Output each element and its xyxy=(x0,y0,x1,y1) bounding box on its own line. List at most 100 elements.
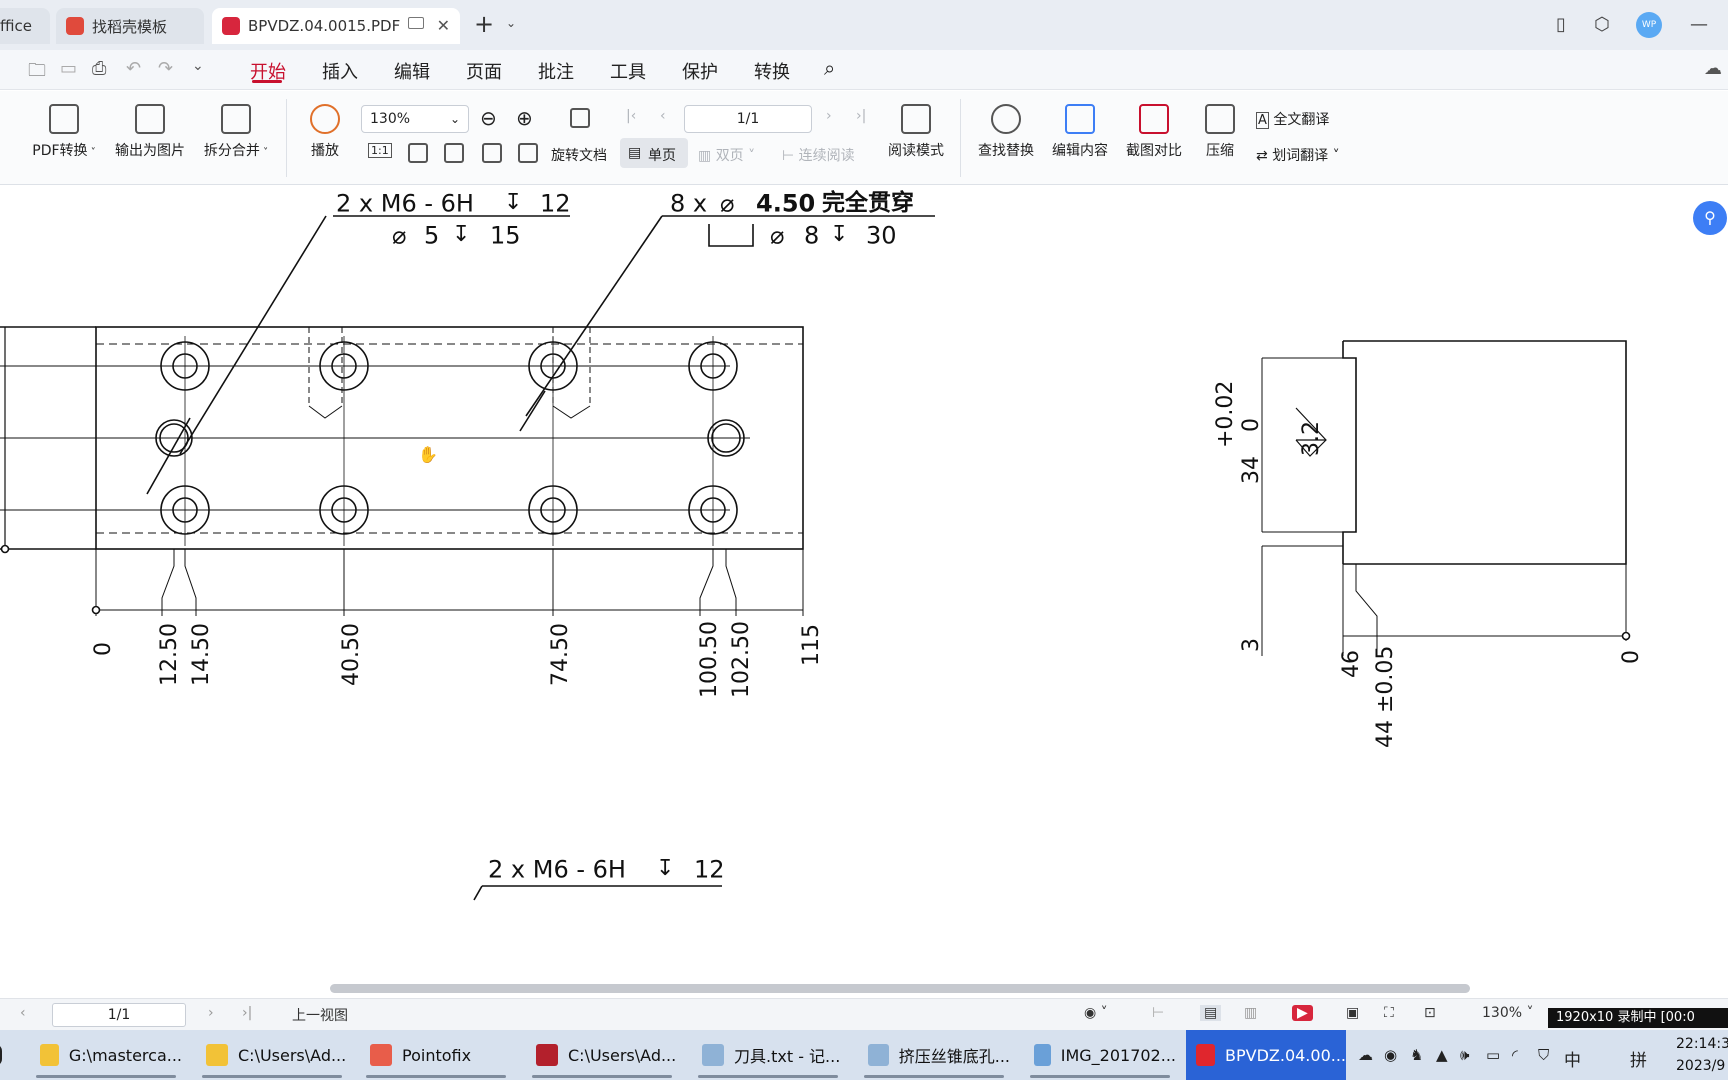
menu-edit[interactable]: 编辑 xyxy=(394,58,430,84)
menu-insert[interactable]: 插入 xyxy=(322,58,358,84)
split-merge-button[interactable]: 拆分合并 ˅ xyxy=(198,104,274,160)
actual-size-icon[interactable]: ▣ xyxy=(1346,1005,1359,1021)
close-tab-icon[interactable]: ✕ xyxy=(437,16,450,35)
cloud-icon[interactable]: ☁ xyxy=(1704,58,1722,79)
taskbar-item[interactable]: 挤压丝锥底孔... xyxy=(858,1030,1010,1080)
taskbar-item[interactable]: C:\Users\Ad... xyxy=(526,1030,678,1080)
compress-button[interactable]: 压缩 xyxy=(1198,104,1242,160)
callout-depth: 12 xyxy=(694,856,725,884)
menu-annotate[interactable]: 批注 xyxy=(538,58,574,84)
prev-page-icon[interactable]: ‹ xyxy=(20,1005,26,1021)
undo-icon[interactable]: ↶ xyxy=(126,58,141,79)
save-icon[interactable]: ▭ xyxy=(60,58,77,79)
rotate-left-icon[interactable] xyxy=(482,143,502,163)
tab-office[interactable]: ffice xyxy=(0,8,50,44)
photo-icon xyxy=(1034,1044,1051,1066)
monitor-icon[interactable] xyxy=(408,17,424,29)
security-icon[interactable]: ⛉ xyxy=(1538,1046,1549,1064)
ime-indicator[interactable]: 中 xyxy=(1564,1046,1581,1071)
pointofix-icon xyxy=(370,1044,392,1066)
avatar[interactable]: WP xyxy=(1636,12,1662,38)
chevron-down-icon[interactable]: ⌄ xyxy=(506,16,516,30)
zoom-in-icon[interactable]: ⊕ xyxy=(516,106,533,130)
app-tray-icon[interactable]: ▲ xyxy=(1436,1046,1448,1064)
first-page-icon[interactable]: |‹ xyxy=(626,108,636,124)
print-icon[interactable]: ⎙ xyxy=(92,58,106,79)
search-icon[interactable]: ⌕ xyxy=(824,56,835,80)
last-page-icon[interactable]: ›| xyxy=(242,1005,252,1021)
cube-icon[interactable]: ⬡ xyxy=(1594,14,1610,35)
rotate-document-button[interactable]: 旋转文档 xyxy=(551,145,607,165)
taskbar-item-active[interactable]: BPVDZ.04.00... xyxy=(1186,1030,1346,1080)
chevron-down-icon[interactable]: ⌄ xyxy=(192,58,204,74)
minimize-button[interactable]: — xyxy=(1690,14,1708,35)
rotate-pages-icon[interactable] xyxy=(570,108,590,128)
open-folder-icon[interactable]: 🗀 xyxy=(28,58,46,88)
prev-page-icon[interactable]: ‹ xyxy=(660,108,666,124)
book-icon xyxy=(901,104,931,134)
keyboard-layout[interactable]: 拼 xyxy=(1630,1046,1647,1071)
zoom-select[interactable]: 130% ⌄ xyxy=(361,105,469,133)
new-tab-button[interactable]: + xyxy=(474,10,494,38)
fit-width-icon[interactable] xyxy=(444,143,464,163)
previous-view-button[interactable]: 上一视图 xyxy=(292,1005,348,1025)
continuous-reading-button[interactable]: ⊢ 连续阅读 xyxy=(782,145,855,165)
floating-tool-button[interactable]: ⚲ xyxy=(1693,201,1727,235)
taskbar-item[interactable]: C:\Users\Ad... xyxy=(196,1030,348,1080)
page-number-input[interactable]: 1/1 xyxy=(684,105,812,133)
single-page-icon[interactable]: ▤ xyxy=(1200,1005,1222,1021)
zoom-out-icon[interactable]: ⊖ xyxy=(480,106,497,130)
actual-size-icon[interactable]: 1:1 xyxy=(368,143,392,158)
pdf-viewport[interactable]: 2 x M6 - 6H ↧ 12 ⌀ 5 ↧ 15 8 x ⌀ 4.50 完全贯… xyxy=(0,186,1728,986)
rotate-right-icon[interactable] xyxy=(518,143,538,163)
taskbar-item[interactable]: Pointofix xyxy=(360,1030,512,1080)
layout-icon[interactable]: ▯ xyxy=(1556,14,1566,35)
zoom-value: 130% xyxy=(370,111,411,127)
tab-docer-templates[interactable]: 找稻壳模板 xyxy=(56,8,204,44)
export-image-button[interactable]: 输出为图片 xyxy=(110,104,190,160)
pdf-word-icon xyxy=(49,104,79,134)
battery-icon[interactable]: ▭ xyxy=(1486,1046,1500,1064)
find-replace-button[interactable]: 查找替换 xyxy=(974,104,1038,160)
continuous-icon[interactable]: ⊢ xyxy=(1152,1005,1164,1021)
taskbar-item[interactable]: IMG_201702... xyxy=(1024,1030,1176,1080)
clock[interactable]: 22:14:3 2023/9 xyxy=(1676,1033,1728,1077)
wifi-icon[interactable]: ◜ xyxy=(1512,1046,1518,1064)
double-page-button[interactable]: ▥ 双页 ˅ xyxy=(698,145,755,165)
play-icon[interactable]: ▶ xyxy=(1292,1005,1313,1021)
next-page-icon[interactable]: › xyxy=(826,108,832,124)
onedrive-icon[interactable]: ☁ xyxy=(1358,1046,1373,1064)
menu-page[interactable]: 页面 xyxy=(466,58,502,84)
eye-icon[interactable]: ◉ ˅ xyxy=(1084,1005,1108,1021)
screenshot-compare-button[interactable]: 截图对比 xyxy=(1122,104,1186,160)
full-translate-button[interactable]: A 全文翻译 xyxy=(1256,109,1329,129)
menu-tools[interactable]: 工具 xyxy=(610,58,646,84)
pdf-convert-button[interactable]: PDF转换 ˅ xyxy=(26,104,102,160)
taskbar-label: C:\Users\Ad... xyxy=(238,1045,347,1065)
depth-symbol: ↧ xyxy=(656,856,674,881)
status-page-input[interactable]: 1/1 xyxy=(52,1003,186,1027)
play-button[interactable]: 播放 xyxy=(300,104,350,160)
tab-pdf-document[interactable]: BPVDZ.04.0015.PDF ✕ xyxy=(212,8,460,44)
fit-page-icon[interactable] xyxy=(408,143,428,163)
last-page-icon[interactable]: ›| xyxy=(856,108,866,124)
read-mode-button[interactable]: 阅读模式 xyxy=(880,104,952,160)
next-page-icon[interactable]: › xyxy=(208,1005,214,1021)
menu-convert[interactable]: 转换 xyxy=(754,58,790,84)
edit-content-button[interactable]: 编辑内容 xyxy=(1048,104,1112,160)
horizontal-scrollbar[interactable] xyxy=(330,984,1470,993)
single-page-icon: ▤ xyxy=(628,145,642,161)
record-icon[interactable]: ◉ xyxy=(1384,1046,1397,1064)
redo-icon[interactable]: ↷ xyxy=(158,58,173,79)
fit-page-icon[interactable]: ⛶ xyxy=(1384,1005,1394,1021)
menu-protect[interactable]: 保护 xyxy=(682,58,718,84)
fit-width-icon[interactable]: ⊡ xyxy=(1424,1005,1436,1021)
taskbar-item[interactable]: G:\masterca... xyxy=(30,1030,182,1080)
taskbar-item[interactable]: 刀具.txt - 记... xyxy=(692,1030,844,1080)
volume-icon[interactable]: 🕪 xyxy=(1460,1046,1469,1064)
double-page-icon[interactable]: ▥ xyxy=(1244,1005,1257,1021)
word-translate-button[interactable]: ⇄ 划词翻译 ˅ xyxy=(1256,145,1340,165)
qq-icon[interactable]: ♞ xyxy=(1410,1046,1423,1064)
start-icon[interactable] xyxy=(0,1030,12,1080)
status-zoom-select[interactable]: 130% ˅ xyxy=(1482,1005,1533,1021)
